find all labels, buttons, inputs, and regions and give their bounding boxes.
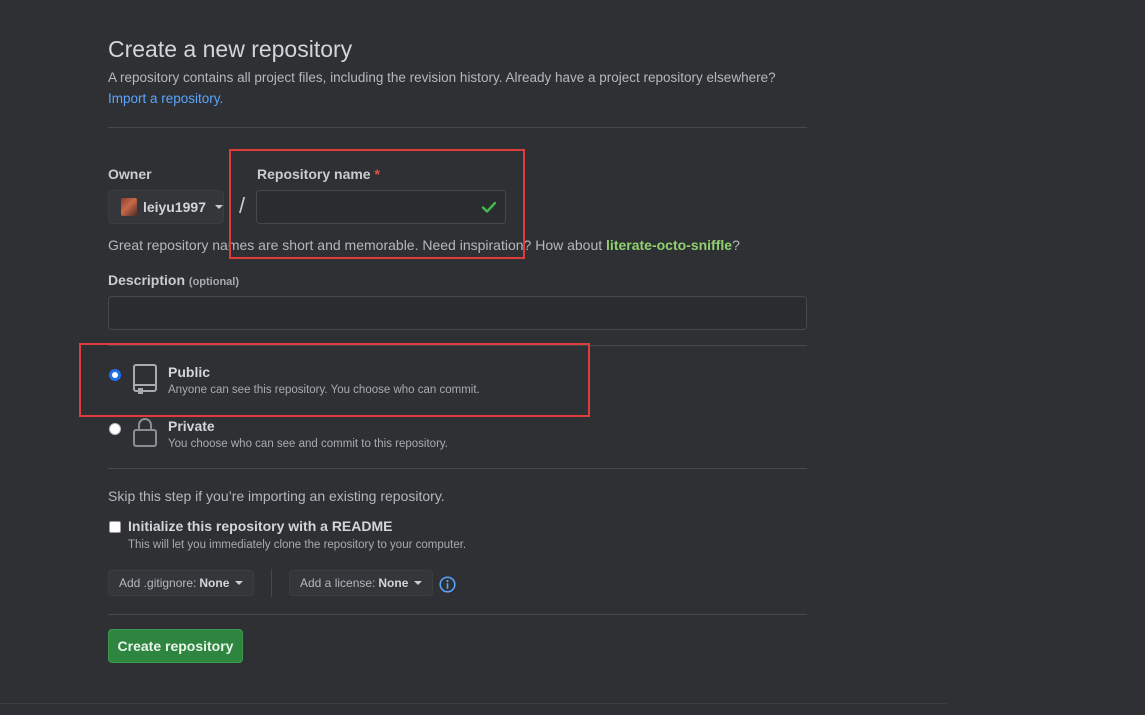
- gitignore-value: None: [199, 576, 230, 590]
- license-value: None: [378, 576, 409, 590]
- divider: [108, 127, 807, 128]
- import-repository-link[interactable]: Import a repository.: [108, 91, 223, 106]
- private-option-title: Private: [168, 418, 215, 434]
- description-label: Description (optional): [108, 272, 239, 288]
- gitignore-label: Add .gitignore:: [119, 576, 197, 590]
- chevron-down-icon: [215, 205, 223, 209]
- page-subtitle: A repository contains all project files,…: [108, 70, 776, 85]
- divider: [108, 468, 807, 469]
- gitignore-select[interactable]: Add .gitignore: None: [108, 570, 255, 596]
- owner-select[interactable]: leiyu1997: [108, 190, 224, 224]
- page-title: Create a new repository: [108, 36, 353, 62]
- create-repository-button[interactable]: Create repository: [108, 629, 243, 663]
- private-radio[interactable]: [109, 423, 121, 435]
- required-mark: *: [374, 166, 380, 182]
- private-option-desc: You choose who can see and commit to thi…: [168, 438, 448, 450]
- public-option-title: Public: [168, 364, 211, 380]
- owner-repo-separator: /: [239, 193, 246, 218]
- owner-value: leiyu1997: [142, 199, 206, 215]
- description-field[interactable]: [108, 296, 807, 330]
- chevron-down-icon: [414, 581, 423, 585]
- avatar: [121, 198, 137, 216]
- divider: [108, 345, 807, 346]
- suggested-name-link[interactable]: literate-octo-sniffle: [606, 237, 732, 253]
- readme-desc: This will let you immediately clone the …: [128, 539, 467, 551]
- divider: [108, 614, 807, 615]
- license-select[interactable]: Add a license: None: [289, 570, 434, 596]
- hint-text: Great repository names are short and mem…: [108, 237, 607, 253]
- public-radio[interactable]: [109, 369, 121, 381]
- readme-label: Initialize this repository with a README: [128, 518, 393, 534]
- info-icon[interactable]: [439, 576, 456, 593]
- repo-icon: [133, 364, 157, 394]
- hint-suffix: ?: [732, 237, 740, 253]
- lock-icon: [133, 418, 157, 447]
- public-option-desc: Anyone can see this repository. You choo…: [168, 384, 480, 396]
- divider: [271, 569, 272, 597]
- check-icon: [481, 201, 497, 213]
- footer-divider: [0, 703, 947, 704]
- license-label: Add a license:: [300, 576, 376, 590]
- description-label-text: Description: [108, 272, 186, 288]
- repository-name-label-text: Repository name: [257, 166, 371, 182]
- repository-name-label: Repository name *: [257, 166, 380, 182]
- readme-checkbox[interactable]: [109, 521, 121, 533]
- chevron-down-icon: [235, 581, 244, 585]
- owner-label: Owner: [108, 166, 152, 182]
- optional-note: (optional): [188, 276, 240, 288]
- repository-name-field[interactable]: [256, 190, 506, 224]
- skip-step-text: Skip this step if you’re importing an ex…: [108, 488, 445, 504]
- repository-name-hint: Great repository names are short and mem…: [108, 237, 740, 253]
